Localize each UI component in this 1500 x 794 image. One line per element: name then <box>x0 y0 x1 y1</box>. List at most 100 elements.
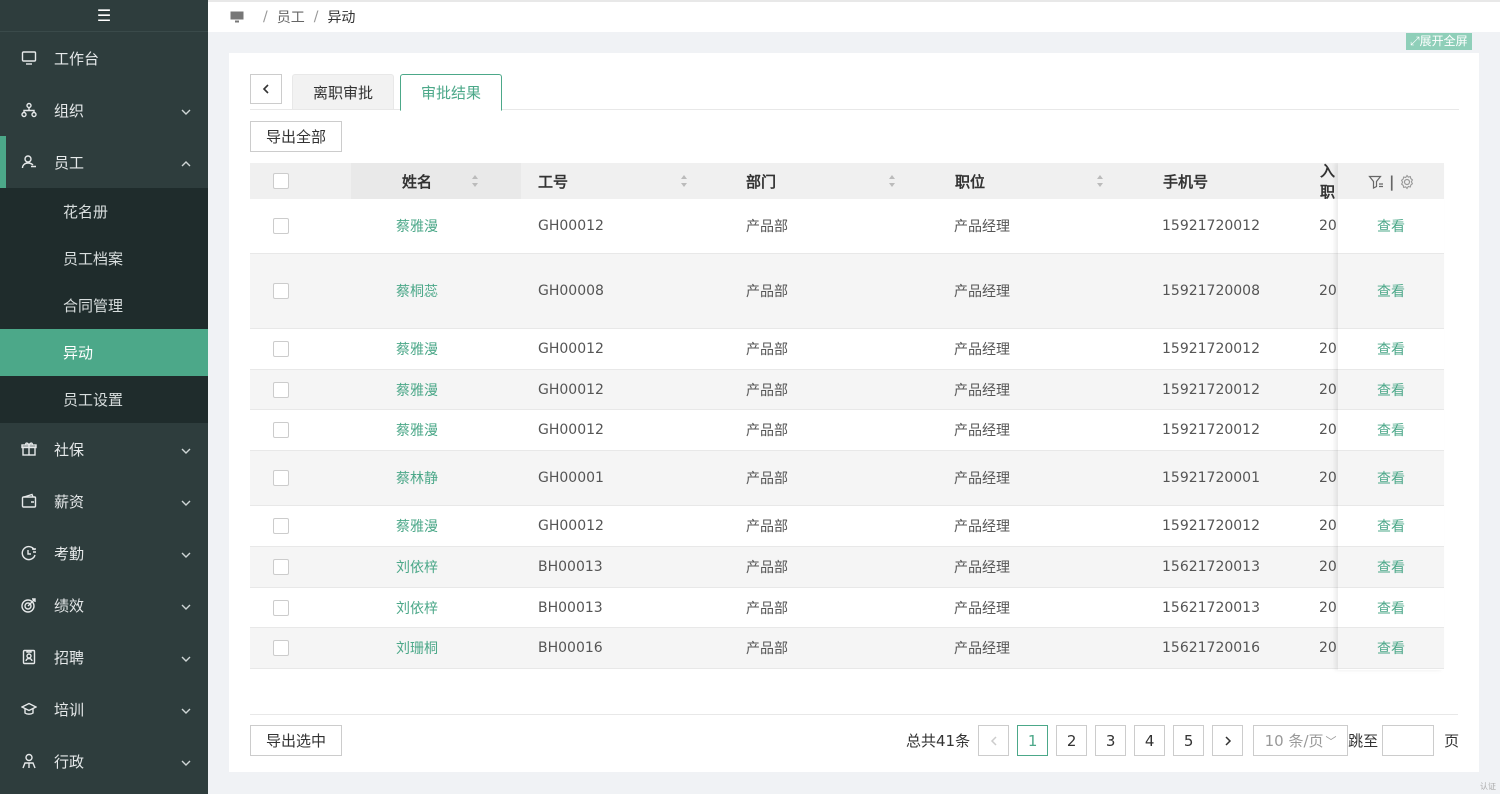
column-header-label: 姓名 <box>402 172 433 191</box>
cell-actions: 查看 <box>1338 506 1444 546</box>
sidebar-item-training[interactable]: 培训 <box>0 683 208 735</box>
footer-divider <box>250 714 1458 715</box>
view-link[interactable]: 查看 <box>1377 216 1405 236</box>
cell-position: 产品经理 <box>954 600 1010 617</box>
cell-phone: 15921720001 <box>1162 470 1260 486</box>
org-icon <box>20 101 38 119</box>
view-link[interactable]: 查看 <box>1377 281 1405 301</box>
column-header-position[interactable]: 职位 <box>955 163 985 199</box>
sidebar-item-recruit[interactable]: 招聘 <box>0 631 208 683</box>
table-row: 蔡雅漫 GH00012 产品部 产品经理 15921720012 201 查看 <box>250 370 1444 410</box>
home-monitor-icon[interactable] <box>230 11 244 23</box>
column-header-id[interactable]: 工号 <box>538 163 568 199</box>
filter-icon[interactable] <box>1368 174 1384 190</box>
view-link[interactable]: 查看 <box>1377 516 1405 536</box>
cell-department: 产品部 <box>746 382 788 399</box>
page-button-2[interactable]: 2 <box>1056 725 1088 756</box>
cell-phone: 15921720012 <box>1162 381 1260 398</box>
cell-name[interactable]: 刘依梓 <box>396 547 438 587</box>
cell-name[interactable]: 蔡雅漫 <box>396 199 438 253</box>
column-header-name[interactable]: 姓名 <box>402 163 432 199</box>
cell-actions: 查看 <box>1338 451 1444 505</box>
row-checkbox[interactable] <box>273 518 289 534</box>
sidebar-item-org[interactable]: 组织 <box>0 84 208 136</box>
row-checkbox[interactable] <box>273 341 289 357</box>
row-checkbox[interactable] <box>273 381 289 398</box>
row-checkbox[interactable] <box>273 218 289 234</box>
page-size-value: 10 条/页 <box>1264 732 1324 750</box>
sidebar-subitem-roster[interactable]: 花名册 <box>0 188 208 235</box>
row-checkbox[interactable] <box>273 422 289 438</box>
view-link[interactable]: 查看 <box>1377 638 1405 658</box>
cell-name[interactable]: 蔡林静 <box>396 451 438 505</box>
tab-approval-result[interactable]: 审批结果 <box>400 74 502 111</box>
row-checkbox[interactable] <box>273 640 289 656</box>
sort-id-icon[interactable] <box>680 163 688 199</box>
column-header-phone[interactable]: 手机号 <box>1163 163 1208 199</box>
column-header-label: 职位 <box>955 172 986 191</box>
employee-submenu: 花名册 员工档案 合同管理 异动 员工设置 <box>0 188 208 423</box>
column-header-dept[interactable]: 部门 <box>746 163 776 199</box>
sidebar-subitem-contract[interactable]: 合同管理 <box>0 282 208 329</box>
export-selected-button[interactable]: 导出选中 <box>250 725 342 756</box>
jump-page-input[interactable] <box>1382 725 1435 756</box>
cell-department: 产品部 <box>746 641 788 657</box>
sidebar-item-workbench[interactable]: 工作台 <box>0 32 208 84</box>
page-button-1[interactable]: 1 <box>1017 725 1049 756</box>
view-link[interactable]: 查看 <box>1377 557 1405 577</box>
select-all-checkbox[interactable] <box>273 173 289 189</box>
cell-name[interactable]: 蔡雅漫 <box>396 329 438 369</box>
fullscreen-button[interactable]: ⤢ 展开全屏 <box>1406 33 1472 50</box>
cell-name[interactable]: 蔡雅漫 <box>396 410 438 450</box>
page-size-select[interactable]: 10 条/页 ﹀ <box>1253 725 1349 756</box>
column-header-label: 部门 <box>746 172 777 191</box>
view-link[interactable]: 查看 <box>1377 339 1405 359</box>
cell-department: 产品部 <box>746 519 788 535</box>
cell-name[interactable]: 蔡桐蕊 <box>396 254 438 328</box>
cell-phone: 15621720013 <box>1162 599 1260 616</box>
sidebar-item-salary[interactable]: 薪资 <box>0 475 208 527</box>
menu-toggle-button[interactable]: ☰ <box>0 0 208 32</box>
sidebar-item-performance[interactable]: 绩效 <box>0 579 208 631</box>
sidebar-item-admin[interactable]: 行政 <box>0 735 208 787</box>
page-button-3[interactable]: 3 <box>1095 725 1127 756</box>
row-checkbox[interactable] <box>273 599 289 616</box>
view-link[interactable]: 查看 <box>1377 598 1405 618</box>
sort-position-icon[interactable] <box>1096 163 1104 199</box>
sort-name-icon[interactable] <box>471 163 479 199</box>
sort-dept-icon[interactable] <box>888 163 896 199</box>
row-checkbox[interactable] <box>273 470 289 486</box>
row-checkbox[interactable] <box>273 559 289 575</box>
tab-resign-approval[interactable]: 离职审批 <box>292 74 394 110</box>
prev-page-button[interactable] <box>978 725 1010 756</box>
page-button-5[interactable]: 5 <box>1173 725 1205 756</box>
gear-icon[interactable] <box>1399 174 1415 190</box>
sidebar-item-attendance[interactable]: 考勤 <box>0 527 208 579</box>
sidebar-subitem-transfer[interactable]: 异动 <box>0 329 208 376</box>
view-link[interactable]: 查看 <box>1377 380 1405 400</box>
sidebar-item-employee[interactable]: 员工 <box>0 136 208 188</box>
sidebar-item-social-security[interactable]: 社保 <box>0 423 208 475</box>
cell-employee-id: GH00012 <box>538 518 604 534</box>
sidebar-subitem-archive[interactable]: 员工档案 <box>0 235 208 282</box>
cell-employee-id: GH00008 <box>538 283 604 299</box>
table-row: 蔡雅漫 GH00012 产品部 产品经理 15921720012 201 查看 <box>250 506 1444 547</box>
expand-icon: ⤢ <box>1410 34 1420 48</box>
back-button[interactable] <box>250 74 282 104</box>
page-button-4[interactable]: 4 <box>1134 725 1166 756</box>
cell-name[interactable]: 刘珊桐 <box>396 628 438 668</box>
view-link[interactable]: 查看 <box>1377 420 1405 440</box>
export-all-button[interactable]: 导出全部 <box>250 121 342 152</box>
view-link[interactable]: 查看 <box>1377 468 1405 488</box>
sidebar-subitem-settings[interactable]: 员工设置 <box>0 376 208 423</box>
column-header-hire-date[interactable]: 入职 <box>1320 163 1338 199</box>
cell-name[interactable]: 蔡雅漫 <box>396 506 438 546</box>
cell-name[interactable]: 刘依梓 <box>396 588 438 627</box>
next-page-button[interactable] <box>1212 725 1244 756</box>
breadcrumb-item-employee[interactable]: 员工 <box>277 7 305 27</box>
chevron-left-icon <box>262 84 269 94</box>
table-row: 蔡雅漫 GH00012 产品部 产品经理 15921720012 201 查看 <box>250 199 1444 254</box>
cell-name[interactable]: 蔡雅漫 <box>396 370 438 409</box>
row-checkbox[interactable] <box>273 283 289 299</box>
chevron-down-icon <box>180 703 192 715</box>
